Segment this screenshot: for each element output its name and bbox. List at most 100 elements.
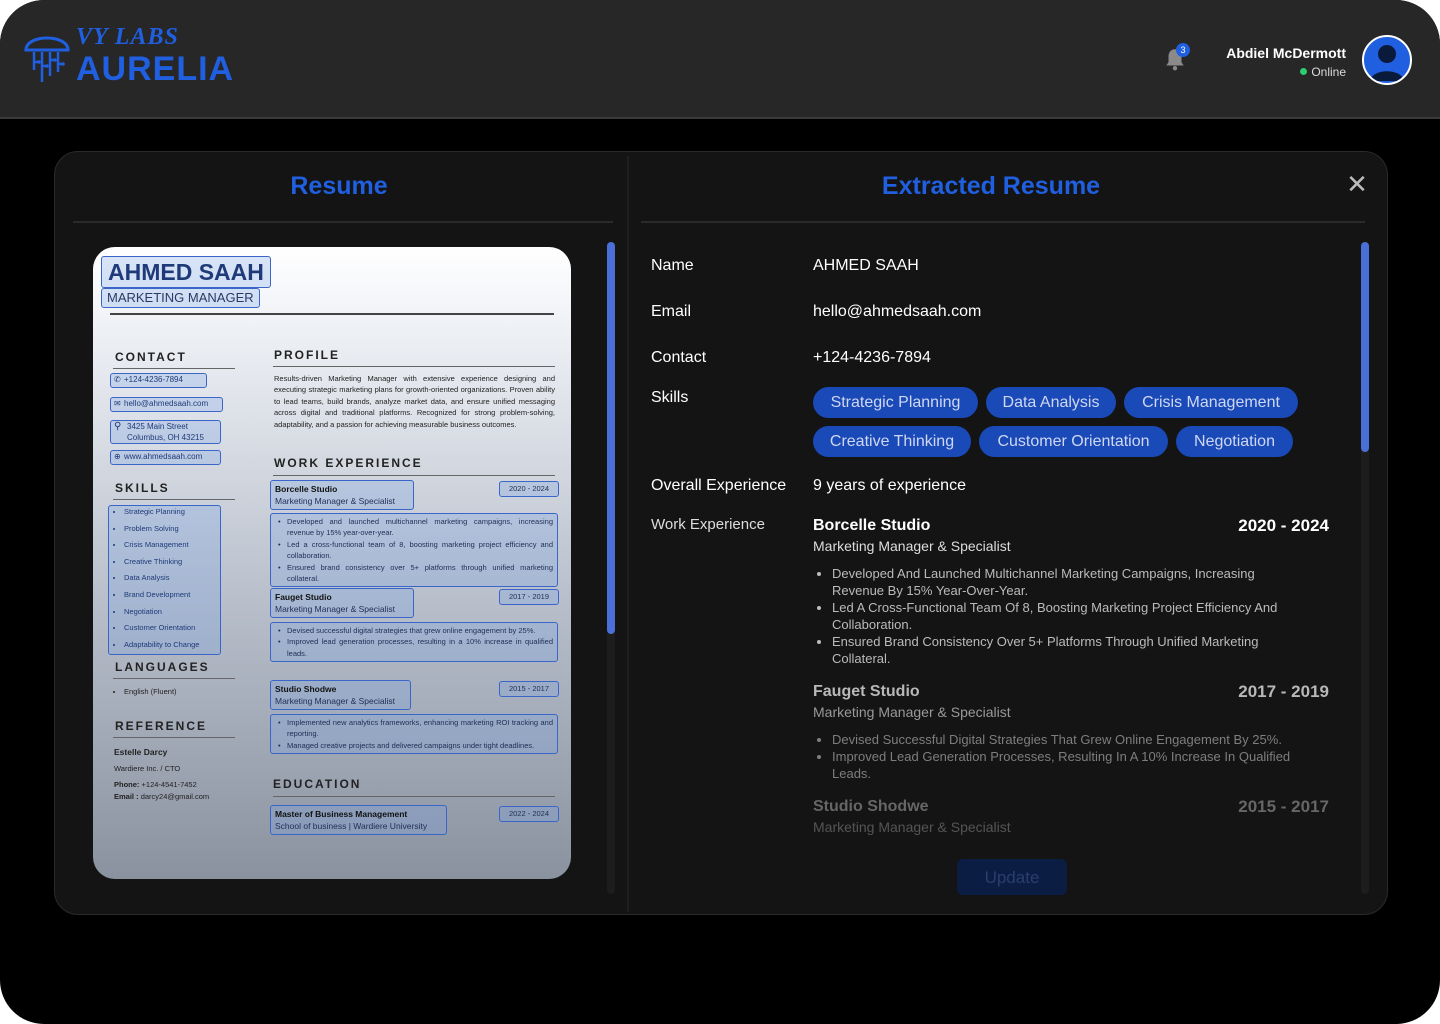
name-label: Name bbox=[651, 257, 694, 274]
phone-icon: ✆ bbox=[114, 375, 121, 384]
job-bullet: Ensured Brand Consistency Over 5+ Platfo… bbox=[832, 633, 1302, 667]
skill-chip[interactable]: Customer Orientation bbox=[979, 426, 1168, 457]
doc-name: AHMED SAAH bbox=[101, 256, 271, 288]
left-scroll-thumb[interactable] bbox=[607, 242, 615, 634]
doc-job-2-role: Marketing Manager & Specialist bbox=[275, 604, 396, 614]
doc-job-3: Studio Shodwe Marketing Manager & Special… bbox=[270, 680, 411, 710]
doc-job-3-role: Marketing Manager & Specialist bbox=[275, 696, 396, 706]
extracted-title: Extracted Resume bbox=[881, 172, 1101, 200]
notification-badge: 3 bbox=[1176, 43, 1190, 57]
skill-chip[interactable]: Data Analysis bbox=[986, 387, 1116, 418]
skills-rule bbox=[113, 499, 235, 500]
doc-languages-list: English (Fluent) bbox=[110, 684, 177, 701]
doc-job-1-bullet: Led a cross-functional team of 8, boosti… bbox=[278, 539, 553, 562]
panel-divider bbox=[627, 156, 629, 912]
contact-label: Contact bbox=[651, 349, 707, 366]
app-window: VY LABS AURELIA 3 Abdiel McDermott Onlin… bbox=[0, 0, 1440, 1024]
doc-skill-item: Problem Solving bbox=[124, 521, 199, 538]
doc-job-3-date: 2015 - 2017 bbox=[499, 681, 559, 697]
job-date: 2020 - 2024 bbox=[1238, 516, 1329, 535]
logo[interactable]: VY LABS AURELIA bbox=[22, 22, 242, 92]
mail-icon: ✉ bbox=[114, 399, 121, 408]
ref-email-label: Email : bbox=[114, 792, 139, 801]
doc-role: MARKETING MANAGER bbox=[101, 288, 260, 308]
work-rule bbox=[273, 475, 555, 476]
profile-heading: PROFILE bbox=[274, 348, 341, 362]
skill-chip[interactable]: Strategic Planning bbox=[813, 387, 978, 418]
education-heading: EDUCATION bbox=[273, 777, 362, 791]
avatar[interactable] bbox=[1362, 35, 1412, 85]
ref-phone-value: +124-4541-7452 bbox=[141, 780, 197, 789]
doc-skill-item: Customer Orientation bbox=[124, 620, 199, 637]
doc-job-2: Fauget Studio Marketing Manager & Special… bbox=[270, 588, 414, 618]
contact-rule bbox=[113, 368, 235, 369]
doc-skills-list: Strategic PlanningProblem SolvingCrisis … bbox=[110, 504, 199, 653]
languages-heading: LANGUAGES bbox=[115, 660, 210, 674]
job-bullet: Developed And Launched Multichannel Mark… bbox=[832, 565, 1302, 599]
job-bullet: Improved Lead Generation Processes, Resu… bbox=[832, 748, 1302, 782]
doc-email-text: hello@ahmedsaah.com bbox=[124, 399, 209, 408]
ref-email: Email : darcy24@gmail.com bbox=[114, 789, 209, 804]
doc-skill-item: Strategic Planning bbox=[124, 504, 199, 521]
doc-job-2-bullet: Devised successful digital strategies th… bbox=[278, 625, 553, 637]
update-button[interactable]: Update bbox=[957, 859, 1067, 895]
contact-heading: CONTACT bbox=[115, 350, 187, 364]
doc-skill-item: Negotiation bbox=[124, 604, 199, 621]
job-role: Marketing Manager & Specialist bbox=[813, 819, 1011, 835]
doc-job-3-bullet: Managed creative projects and delivered … bbox=[278, 740, 553, 752]
job-company: Borcelle Studio bbox=[813, 517, 931, 534]
name-value: AHMED SAAH bbox=[813, 257, 919, 274]
job-company: Fauget Studio bbox=[813, 683, 920, 700]
user-name: Abdiel McDermott bbox=[1226, 45, 1346, 61]
profile-rule bbox=[273, 366, 555, 367]
job-bullet: Led A Cross-Functional Team Of 8, Boosti… bbox=[832, 599, 1302, 633]
education-rule bbox=[273, 796, 555, 797]
close-icon[interactable]: ✕ bbox=[1345, 171, 1369, 197]
doc-profile: Results-driven Marketing Manager with ex… bbox=[274, 374, 555, 429]
reference-heading: REFERENCE bbox=[115, 719, 208, 733]
globe-icon: ⊕ bbox=[114, 452, 121, 461]
experience-label: Overall Experience bbox=[651, 477, 787, 494]
doc-email: ✉ hello@ahmedsaah.com bbox=[110, 397, 223, 412]
doc-job-3-bullet: Implemented new analytics frameworks, en… bbox=[278, 717, 553, 740]
job-role: Marketing Manager & Specialist bbox=[813, 704, 1011, 720]
brand-sub: VY LABS bbox=[76, 24, 179, 50]
experience-value: 9 years of experience bbox=[813, 477, 966, 494]
resume-panel: Resume Extracted Resume ✕ AHMED SAAH MAR… bbox=[54, 151, 1388, 915]
job-role: Marketing Manager & Specialist bbox=[813, 538, 1011, 554]
ref-name: Estelle Darcy bbox=[114, 747, 168, 757]
left-scrollbar[interactable] bbox=[607, 242, 615, 894]
doc-skill-item: Adaptability to Change bbox=[124, 637, 199, 654]
doc-edu-date: 2022 - 2024 bbox=[499, 806, 559, 822]
doc-address-line2: Columbus, OH 43215 bbox=[127, 433, 204, 442]
doc-website-text: www.ahmedsaah.com bbox=[124, 452, 203, 461]
doc-phone-text: +124-4236-7894 bbox=[124, 375, 183, 384]
left-header-rule bbox=[73, 221, 613, 223]
ref-email-value: darcy24@gmail.com bbox=[140, 792, 210, 801]
job-bullets: Devised Successful Digital Strategies Th… bbox=[820, 731, 1302, 782]
user-status: Online bbox=[1300, 65, 1346, 79]
right-scrollbar[interactable] bbox=[1361, 242, 1369, 894]
reference-rule bbox=[113, 737, 235, 738]
doc-phone: ✆ +124-4236-7894 bbox=[110, 373, 207, 388]
ref-phone-label: Phone: bbox=[114, 780, 140, 789]
right-scroll-thumb[interactable] bbox=[1361, 242, 1369, 452]
job-bullets: Developed And Launched Multichannel Mark… bbox=[820, 565, 1302, 667]
doc-job-2-date: 2017 - 2019 bbox=[499, 589, 559, 605]
doc-school: School of business | Wardiere University bbox=[275, 821, 428, 831]
doc-job-1-bullet: Developed and launched multichannel mark… bbox=[278, 516, 553, 539]
contact-value: +124-4236-7894 bbox=[813, 349, 931, 366]
skills-heading: SKILLS bbox=[115, 481, 170, 495]
skill-chip[interactable]: Crisis Management bbox=[1124, 387, 1298, 418]
user-icon bbox=[1370, 45, 1404, 81]
doc-job-1-bullet: Ensured brand consistency over 5+ platfo… bbox=[278, 562, 553, 585]
doc-rule bbox=[110, 313, 554, 315]
doc-job-2-company: Fauget Studio bbox=[275, 592, 332, 602]
email-label: Email bbox=[651, 303, 692, 320]
doc-job-3-company: Studio Shodwe bbox=[275, 684, 337, 694]
skill-chip[interactable]: Creative Thinking bbox=[813, 426, 971, 457]
skill-chip[interactable]: Negotiation bbox=[1176, 426, 1293, 457]
job-bullet: Devised Successful Digital Strategies Th… bbox=[832, 731, 1302, 748]
doc-skill-item: Creative Thinking bbox=[124, 554, 199, 571]
job-date: 2017 - 2019 bbox=[1238, 682, 1329, 701]
